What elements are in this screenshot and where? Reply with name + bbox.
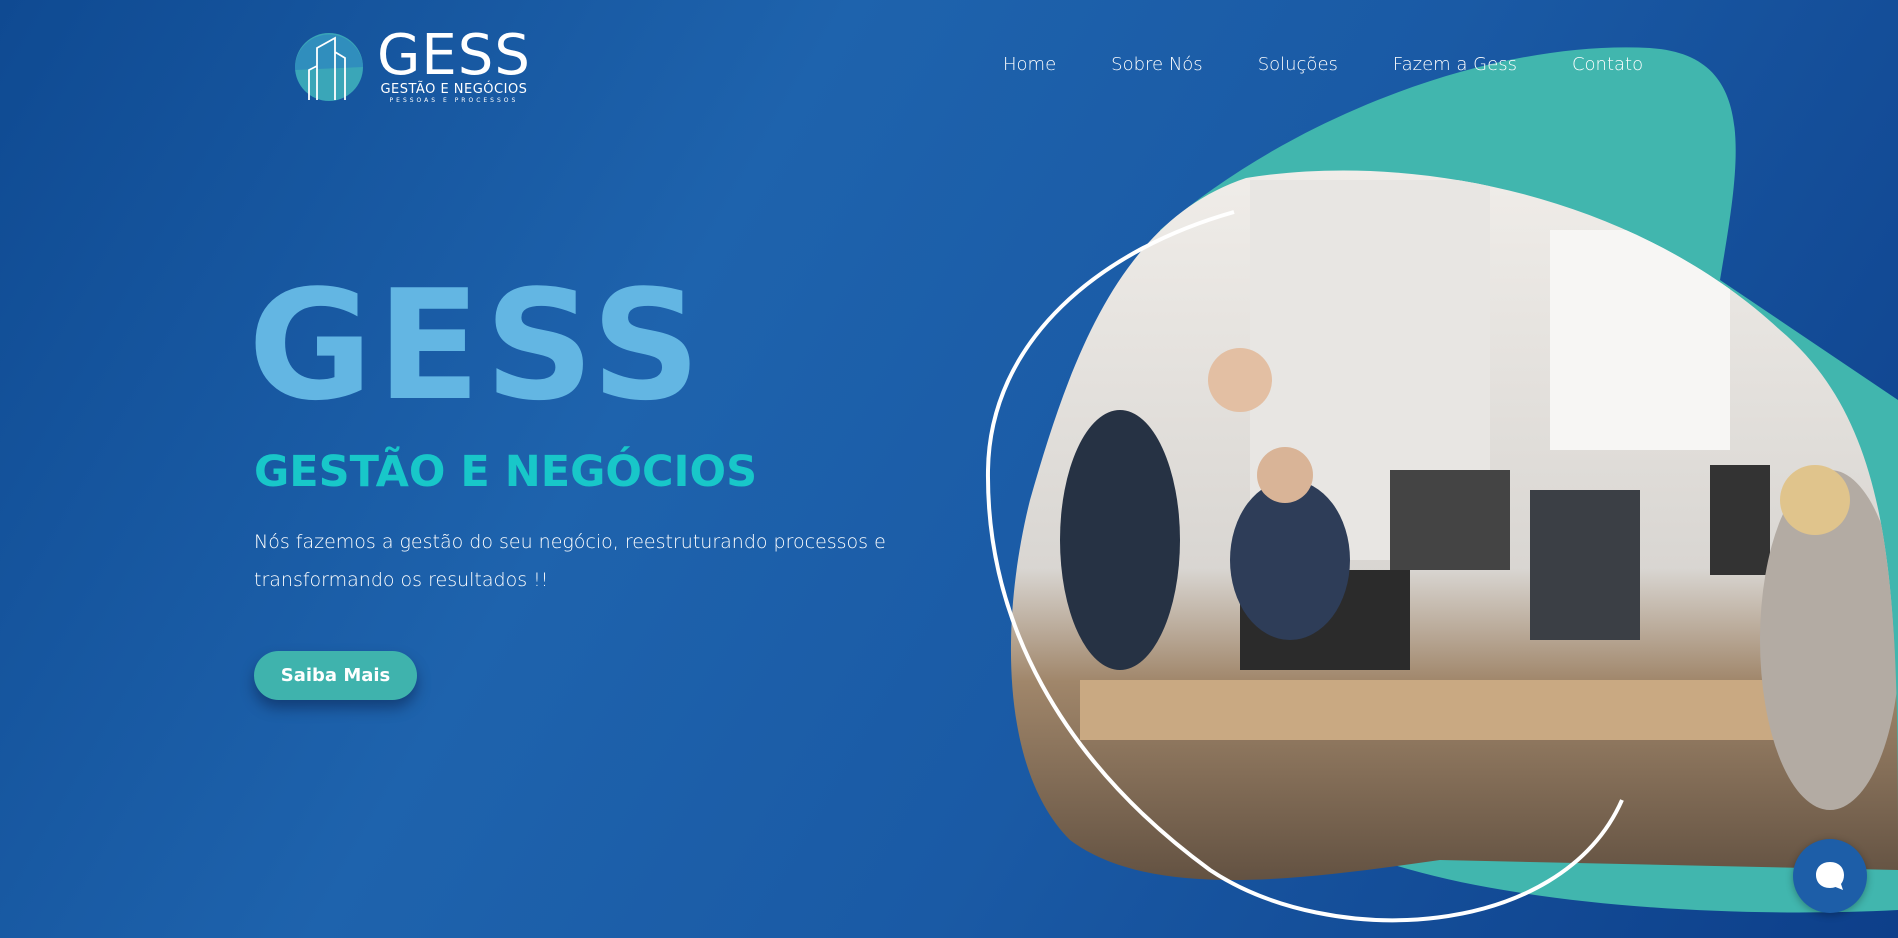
logo-tagline: PESSOAS E PROCESSOS bbox=[389, 97, 519, 104]
chat-button[interactable] bbox=[1793, 839, 1867, 913]
hero-title: GESS bbox=[248, 257, 705, 434]
nav-sobre-nos[interactable]: Sobre Nós bbox=[1111, 54, 1203, 75]
hero-description: Nós fazemos a gestão do seu negócio, ree… bbox=[254, 531, 886, 591]
nav-contato[interactable]: Contato bbox=[1572, 54, 1643, 75]
logo-subtitle: GESTÃO E NEGÓCIOS bbox=[380, 82, 528, 97]
nav-home[interactable]: Home bbox=[1003, 54, 1056, 75]
hero-subtitle: GESTÃO E NEGÓCIOS bbox=[254, 447, 758, 497]
nav-fazem-a-gess[interactable]: Fazem a Gess bbox=[1393, 54, 1517, 75]
logo-name: GESS bbox=[377, 23, 531, 88]
building-logo-icon bbox=[294, 33, 363, 101]
main-nav: Home Sobre Nós Soluções Fazem a Gess Con… bbox=[1003, 54, 1698, 75]
chat-bubble-icon bbox=[1816, 862, 1844, 890]
nav-solucoes[interactable]: Soluções bbox=[1258, 54, 1338, 75]
logo[interactable]: GESS GESTÃO E NEGÓCIOS PESSOAS E PROCESS… bbox=[287, 23, 531, 104]
saiba-mais-button[interactable]: Saiba Mais bbox=[254, 651, 417, 700]
